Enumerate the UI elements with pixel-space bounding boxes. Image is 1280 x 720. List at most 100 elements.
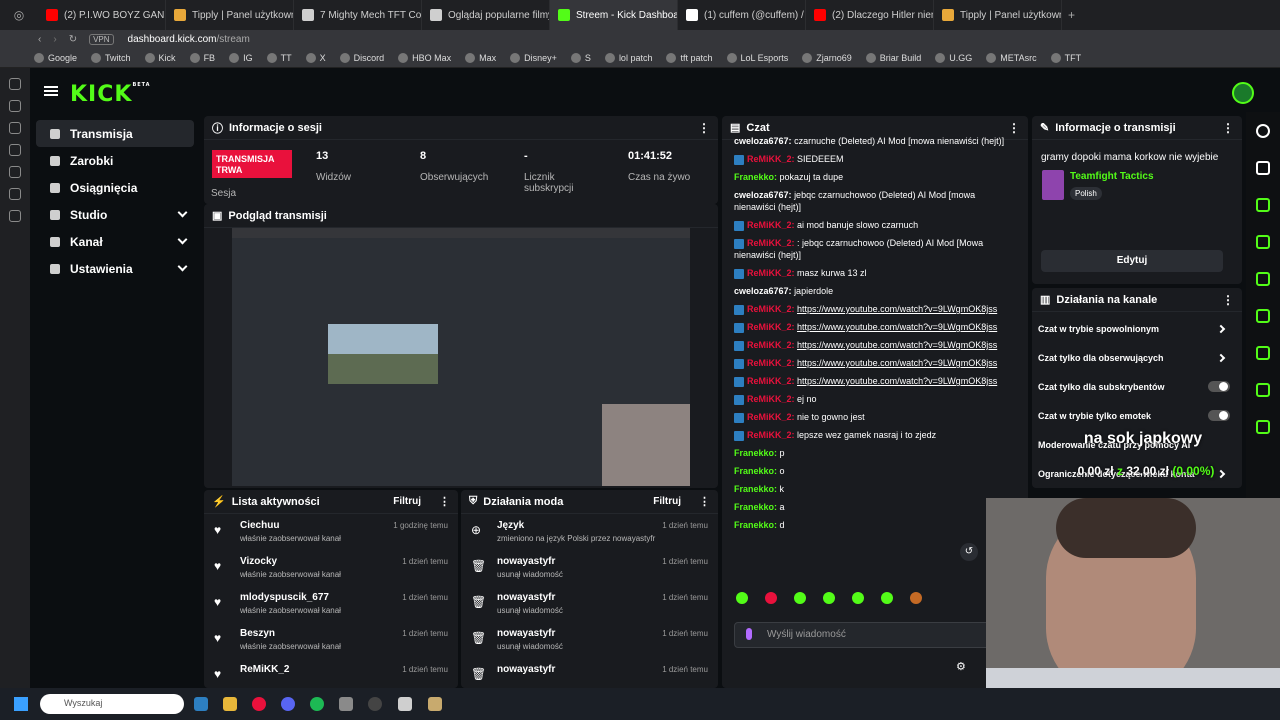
sidebar-item[interactable]: Transmisja [36,120,194,147]
chat-icon[interactable] [1256,309,1270,323]
mod-action-name[interactable]: nowayastyfr [497,628,563,639]
bookmark-item[interactable]: Twitch [91,52,131,63]
sidebar-item[interactable]: Zarobki [36,147,194,174]
vpn-badge[interactable]: VPN [89,33,114,45]
opera-icon[interactable] [252,697,266,711]
channel-action-row[interactable]: Czat w trybie tylko emotek [1032,401,1242,430]
settings-icon[interactable] [9,210,21,222]
browser-tab[interactable]: 7 Mighty Mech TFT Com [294,0,422,30]
bookmark-item[interactable]: tft patch [666,52,713,63]
browser-tab[interactable]: Streem - Kick Dashboard [550,0,678,30]
emote-icon[interactable] [765,592,777,604]
messenger-icon[interactable] [9,78,21,90]
activity-filter-button[interactable]: Filtruj [393,496,421,507]
sidebar-item[interactable]: Kanał [36,228,194,255]
bookmark-item[interactable]: X [305,52,326,63]
chevron-right-icon[interactable] [1216,324,1226,333]
category-name[interactable]: Teamfight Tactics [1070,171,1154,182]
bookmark-item[interactable]: U.GG [935,52,972,63]
edit-icon[interactable] [1256,161,1270,175]
document-icon[interactable] [1256,272,1270,286]
chat-username[interactable]: ReMiKK_2: [747,238,795,248]
chat-settings-icon[interactable]: ⚙ [956,660,966,673]
chat-username[interactable]: ReMiKK_2: [747,412,795,422]
obs-icon[interactable] [368,697,382,711]
chevron-down-icon[interactable] [177,234,188,245]
menu-icon[interactable] [44,86,58,96]
activity-user[interactable]: Vizocky [240,556,341,567]
browser-tab[interactable]: Tipply | Panel użytkownik [934,0,1062,30]
taskbar-search[interactable]: Wyszukaj [40,694,184,714]
chat-username[interactable]: ReMiKK_2: [747,268,795,278]
chat-username[interactable]: ReMiKK_2: [747,304,795,314]
more-icon[interactable]: ⋮ [1008,121,1020,135]
browser-tab[interactable]: (2) P.I.WO BOYZ GAN [38,0,166,30]
pen-icon[interactable] [9,100,21,112]
scroll-to-bottom-icon[interactable]: ↺ [960,543,978,561]
chat-username[interactable]: ReMiKK_2: [747,394,795,404]
channel-action-row[interactable]: Czat w trybie spowolnionym [1032,314,1242,343]
history-icon[interactable] [9,144,21,156]
app-icon[interactable] [398,697,412,711]
bolt-icon[interactable] [1256,235,1270,249]
chat-username[interactable]: Franekko: [734,448,777,458]
explorer-icon[interactable] [223,697,237,711]
emote-icon[interactable] [852,592,864,604]
bookmark-item[interactable]: Google [34,52,77,63]
mod-filter-button[interactable]: Filtruj [653,496,681,507]
bookmark-item[interactable]: Kick [144,52,176,63]
chat-username[interactable]: Franekko: [734,484,777,494]
new-tab-icon[interactable]: + [1068,8,1075,22]
emote-icon[interactable] [794,592,806,604]
mod-action-name[interactable]: nowayastyfr [497,664,555,675]
download-icon[interactable] [9,166,21,178]
microphone-icon[interactable] [746,628,752,640]
chat-username[interactable]: Franekko: [734,172,777,182]
sidebar-item[interactable]: Studio [36,201,194,228]
more-icon[interactable]: ⋮ [698,121,710,135]
activity-user[interactable]: ReMiKK_2 [240,664,289,675]
forward-icon[interactable]: › [53,34,56,45]
chat-username[interactable]: Franekko: [734,502,777,512]
address-bar[interactable]: ‹ › ↻ VPN dashboard.kick.com/stream [0,30,1280,48]
more-icon[interactable]: ⋮ [1222,293,1234,307]
bookmark-item[interactable]: TT [266,52,292,63]
mod-action-name[interactable]: Język [497,520,655,531]
layout-icon[interactable] [1256,383,1270,397]
wrench-icon[interactable] [1256,420,1270,434]
mod-action-name[interactable]: nowayastyfr [497,592,563,603]
edit-button[interactable]: Edytuj [1041,250,1223,272]
bookmark-item[interactable]: Briar Build [865,52,921,63]
windows-start-icon[interactable] [14,697,28,711]
activity-user[interactable]: Ciechuu [240,520,341,531]
riot-icon[interactable] [428,697,442,711]
bookmark-item[interactable]: FB [189,52,215,63]
emote-icon[interactable] [910,592,922,604]
broadcast-icon[interactable] [1256,346,1270,360]
more-icon[interactable]: ⋮ [699,495,710,508]
discord-icon[interactable] [281,697,295,711]
bookmark-item[interactable]: lol patch [604,52,652,63]
chat-username[interactable]: ReMiKK_2: [747,376,795,386]
bookmark-item[interactable]: Zjarno69 [802,52,852,63]
instagram-icon[interactable] [9,122,21,134]
bookmark-item[interactable]: Max [465,52,496,63]
activity-user[interactable]: Beszyn [240,628,341,639]
chat-username[interactable]: ReMiKK_2: [747,340,795,350]
reload-icon[interactable]: ↻ [69,34,77,45]
chat-username[interactable]: ReMiKK_2: [747,430,795,440]
chevron-right-icon[interactable] [1216,353,1226,362]
app-icon[interactable] [339,697,353,711]
toggle-switch[interactable] [1208,410,1230,421]
channel-action-row[interactable]: Czat tylko dla obserwujących [1032,343,1242,372]
chevron-down-icon[interactable] [177,261,188,272]
emote-icon[interactable] [823,592,835,604]
user-avatar[interactable] [1232,82,1254,104]
stream-preview-video[interactable] [232,228,690,486]
kick-logo[interactable]: KICKBETA [70,82,151,107]
browser-tab[interactable]: Oglądaj popularne filmy [422,0,550,30]
chat-link[interactable]: https://www.youtube.com/watch?v=9LWgmOK8… [797,322,997,332]
channel-action-row[interactable]: Czat tylko dla subskrybentów [1032,372,1242,401]
bookmark-item[interactable]: Disney+ [510,52,557,63]
bookmark-item[interactable]: METAsrc [986,52,1037,63]
